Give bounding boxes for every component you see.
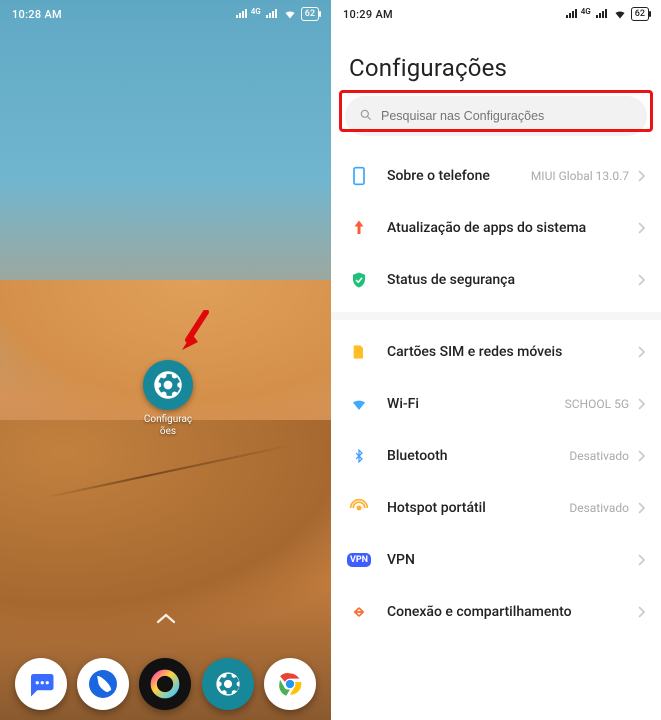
gear-icon	[143, 360, 193, 410]
status-time-right: 10:29 AM	[343, 8, 393, 21]
chevron-right-icon	[637, 551, 645, 570]
list-separator	[331, 312, 661, 320]
battery-icon: 62	[301, 7, 319, 21]
search-icon	[359, 107, 373, 126]
dock-phone[interactable]	[77, 658, 129, 710]
settings-search[interactable]	[345, 96, 647, 136]
settings-list: Sobre o telefone MIUI Global 13.0.7 Atua…	[331, 146, 661, 642]
row-value: Desativado	[569, 449, 629, 463]
dock-settings[interactable]	[202, 658, 254, 710]
chevron-right-icon	[637, 447, 645, 466]
share-icon	[345, 598, 373, 626]
row-label: Status de segurança	[387, 271, 515, 289]
row-value: SCHOOL 5G	[565, 397, 629, 411]
shield-check-icon	[345, 266, 373, 294]
chevron-right-icon	[637, 271, 645, 290]
dock	[0, 658, 331, 710]
row-label: Bluetooth	[387, 447, 448, 465]
app-settings[interactable]: Configurações	[138, 360, 198, 438]
row-about-phone[interactable]: Sobre o telefone MIUI Global 13.0.7	[331, 150, 661, 202]
chevron-right-icon	[637, 219, 645, 238]
row-label: Sobre o telefone	[387, 167, 490, 185]
page-title: Configurações	[331, 28, 661, 96]
row-value: Desativado	[569, 501, 629, 515]
row-label: Conexão e compartilhamento	[387, 603, 572, 621]
statusbar-right: 10:29 AM 4G 62	[331, 0, 661, 28]
bluetooth-icon	[345, 442, 373, 470]
chevron-right-icon	[637, 343, 645, 362]
chevron-right-icon	[637, 167, 645, 186]
arrow-up-icon	[345, 214, 373, 242]
sim-icon	[345, 338, 373, 366]
settings-screen: 10:29 AM 4G 62 Configurações Sobre o tel…	[331, 0, 661, 720]
drawer-chevron-icon[interactable]	[156, 609, 176, 628]
row-sim-networks[interactable]: Cartões SIM e redes móveis	[331, 326, 661, 378]
phone-outline-icon	[345, 162, 373, 190]
row-bluetooth[interactable]: Bluetooth Desativado	[331, 430, 661, 482]
vpn-icon: VPN	[345, 546, 373, 574]
status-icons-right: 4G 62	[565, 7, 649, 21]
annotation-arrow	[178, 310, 210, 358]
row-system-update[interactable]: Atualização de apps do sistema	[331, 202, 661, 254]
app-settings-label: Configurações	[144, 414, 192, 438]
wifi-icon	[345, 390, 373, 418]
row-value: MIUI Global 13.0.7	[531, 169, 629, 183]
row-label: Atualização de apps do sistema	[387, 219, 586, 237]
signal-icon	[565, 9, 579, 19]
homescreen: 10:28 AM 4G 62 Configurações	[0, 0, 331, 720]
network-4g-label: 4G	[581, 7, 591, 16]
battery-icon: 62	[631, 7, 649, 21]
dock-gallery[interactable]	[139, 658, 191, 710]
row-label: Cartões SIM e redes móveis	[387, 343, 562, 361]
row-wifi[interactable]: Wi-Fi SCHOOL 5G	[331, 378, 661, 430]
settings-search-input[interactable]	[381, 109, 633, 123]
chevron-right-icon	[637, 499, 645, 518]
row-hotspot[interactable]: Hotspot portátil Desativado	[331, 482, 661, 534]
row-label: Hotspot portátil	[387, 499, 486, 517]
chevron-right-icon	[637, 395, 645, 414]
wifi-status-icon	[613, 8, 627, 20]
signal2-icon	[595, 9, 609, 19]
row-security-status[interactable]: Status de segurança	[331, 254, 661, 306]
row-label: VPN	[387, 551, 415, 569]
hotspot-icon	[345, 494, 373, 522]
row-label: Wi-Fi	[387, 395, 419, 413]
row-vpn[interactable]: VPN VPN	[331, 534, 661, 586]
dock-chrome[interactable]	[264, 658, 316, 710]
row-connection-sharing[interactable]: Conexão e compartilhamento	[331, 586, 661, 638]
chevron-right-icon	[637, 603, 645, 622]
dock-messages[interactable]	[15, 658, 67, 710]
